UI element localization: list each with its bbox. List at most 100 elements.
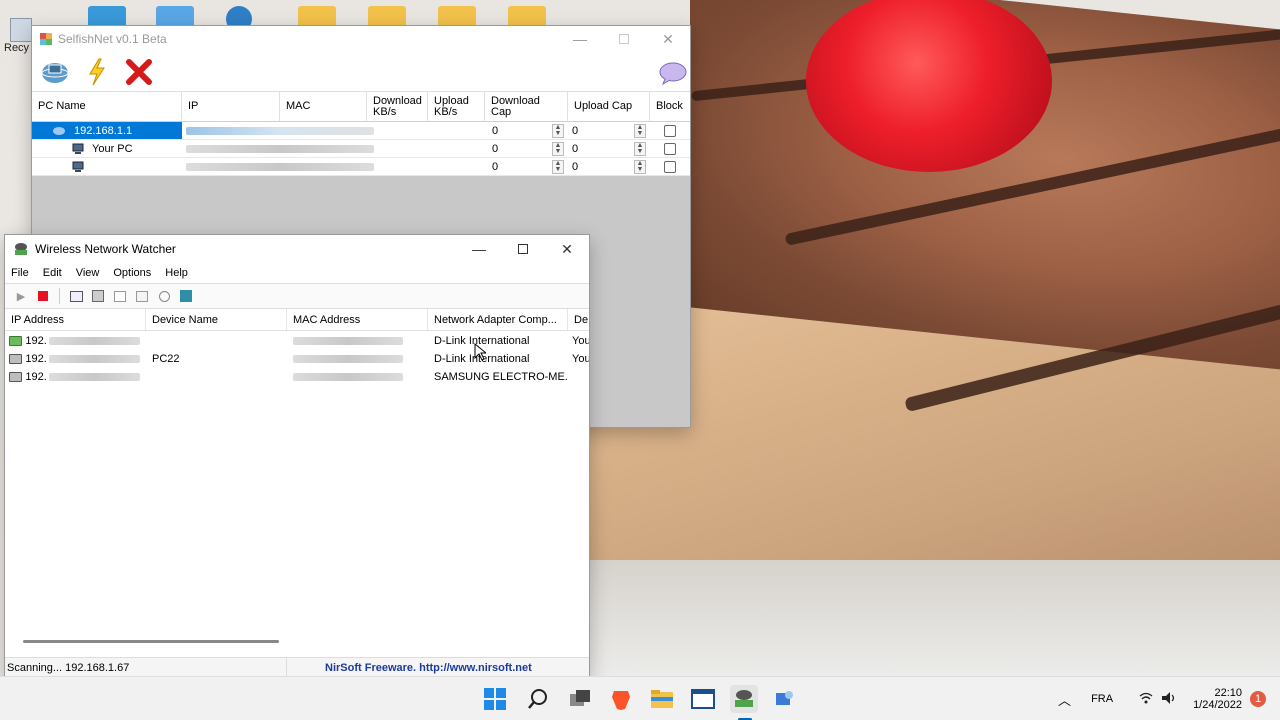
column-ip[interactable]: IP <box>182 92 280 121</box>
download-cap-value: 0 <box>492 124 499 137</box>
download-cap-spinner[interactable]: ▲ ▼ <box>552 159 564 174</box>
redacted-ip <box>186 126 374 135</box>
taskbar-wireless-network-watcher[interactable] <box>730 685 758 713</box>
computer-device-icon <box>9 372 23 382</box>
recycle-bin-label: Recy <box>4 42 30 54</box>
task-view-button[interactable] <box>566 685 594 713</box>
find-icon[interactable] <box>156 288 172 304</box>
ip-cell: 192. <box>5 371 146 383</box>
close-button[interactable]: ✕ <box>646 26 690 52</box>
block-checkbox[interactable] <box>664 142 676 155</box>
upload-cap-spinner[interactable]: ▲ ▼ <box>634 159 646 174</box>
save-icon[interactable] <box>90 288 106 304</box>
upload-cap-spinner[interactable]: ▲ ▼ <box>634 123 646 138</box>
upload-cap-cell[interactable]: 0 ▲ ▼ <box>568 158 650 175</box>
download-cap-cell[interactable]: 0 ▲ ▼ <box>488 140 568 157</box>
pc-name-cell[interactable]: 192.168.1.1 <box>32 122 182 139</box>
stop-icon[interactable] <box>35 288 51 304</box>
properties-icon[interactable] <box>68 288 84 304</box>
menu-file[interactable]: File <box>11 267 29 279</box>
column-mac-address[interactable]: MAC Address <box>287 309 428 330</box>
device-info-cell: You <box>572 335 589 347</box>
brave-lion-icon <box>612 691 630 710</box>
block-checkbox[interactable] <box>664 124 676 137</box>
volume-icon[interactable] <box>1161 691 1177 708</box>
column-device-info[interactable]: De <box>568 309 589 330</box>
taskbar-search-button[interactable] <box>524 685 552 713</box>
maximize-button[interactable] <box>501 235 545 263</box>
column-block[interactable]: Block <box>650 92 690 121</box>
notification-badge[interactable]: 1 <box>1250 691 1266 707</box>
table-row[interactable]: 0 ▲ ▼ 0 ▲ ▼ <box>32 158 690 176</box>
taskbar-file-explorer[interactable] <box>648 685 676 713</box>
ip-mac-cell <box>182 122 378 139</box>
stop-button[interactable] <box>124 57 154 87</box>
table-row[interactable]: 192.168.1.1 0 ▲ ▼ 0 ▲ ▼ <box>32 122 690 140</box>
nirsoft-link[interactable]: NirSoft Freeware. http://www.nirsoft.net <box>287 662 532 674</box>
download-cap-cell[interactable]: 0 ▲ ▼ <box>488 158 568 175</box>
upload-cap-cell[interactable]: 0 ▲ ▼ <box>568 122 650 139</box>
minimize-button[interactable]: — <box>558 26 602 52</box>
list-item[interactable]: 192. PC22 D-Link International You <box>5 350 589 368</box>
pc-name: Your PC <box>92 142 133 155</box>
horizontal-scrollbar[interactable] <box>23 640 279 643</box>
wnw-titlebar[interactable]: Wireless Network Watcher — ✕ <box>5 235 589 263</box>
network-scan-button[interactable] <box>40 57 70 87</box>
column-mac[interactable]: MAC <box>280 92 367 121</box>
pc-name-cell[interactable]: Your PC <box>32 140 182 157</box>
clock-date: 1/24/2022 <box>1193 699 1242 711</box>
download-cap-cell[interactable]: 0 ▲ ▼ <box>488 122 568 139</box>
clock[interactable]: 22:10 1/24/2022 <box>1193 687 1242 711</box>
html-report-icon[interactable] <box>134 288 150 304</box>
minimize-icon: — <box>573 31 587 47</box>
column-device-name[interactable]: Device Name <box>146 309 287 330</box>
minimize-button[interactable]: — <box>457 235 501 263</box>
menu-help[interactable]: Help <box>165 267 188 279</box>
maximize-button[interactable] <box>602 26 646 52</box>
wireless-network-watcher-window[interactable]: Wireless Network Watcher — ✕ File Edit V… <box>4 234 590 678</box>
pc-name-cell[interactable] <box>32 158 182 175</box>
device-info-cell: You <box>572 353 589 365</box>
taskbar-brave-browser[interactable] <box>607 685 635 713</box>
column-download-kbs[interactable]: Download KB/s <box>367 92 428 121</box>
list-item[interactable]: 192. SAMSUNG ELECTRO-ME... <box>5 368 589 386</box>
exit-icon[interactable] <box>178 288 194 304</box>
column-ip-address[interactable]: IP Address <box>5 309 146 330</box>
start-button[interactable] <box>82 57 112 87</box>
close-icon: ✕ <box>561 240 573 257</box>
close-button[interactable]: ✕ <box>545 235 589 263</box>
play-icon[interactable]: ▶ <box>13 288 29 304</box>
list-item[interactable]: 192. D-Link International You <box>5 332 589 350</box>
table-row[interactable]: Your PC 0 ▲ ▼ 0 ▲ ▼ <box>32 140 690 158</box>
upload-cap-cell[interactable]: 0 ▲ ▼ <box>568 140 650 157</box>
desktop-recycle-bin[interactable]: Recy <box>4 18 34 54</box>
upload-cap-spinner[interactable]: ▲ ▼ <box>634 141 646 156</box>
column-upload-kbs[interactable]: Upload KB/s <box>428 92 485 121</box>
adapter-cell: SAMSUNG ELECTRO-ME... <box>434 371 568 383</box>
copy-icon[interactable] <box>112 288 128 304</box>
column-pc-name[interactable]: PC Name <box>32 92 182 121</box>
taskbar-selfishnet[interactable] <box>771 685 799 713</box>
selfishnet-titlebar[interactable]: SelfishNet v0.1 Beta — ✕ <box>32 26 690 52</box>
clock-time: 22:10 <box>1214 687 1242 699</box>
taskbar-app-window[interactable] <box>689 685 717 713</box>
download-cap-spinner[interactable]: ▲ ▼ <box>552 123 564 138</box>
redacted-mac <box>293 337 403 345</box>
mouse-cursor-icon <box>474 343 486 361</box>
router-device-icon <box>9 336 23 346</box>
menu-options[interactable]: Options <box>113 267 151 279</box>
start-button[interactable] <box>481 685 509 713</box>
download-cap-spinner[interactable]: ▲ ▼ <box>552 141 564 156</box>
chevron-up-icon[interactable]: ︿ <box>1058 690 1071 709</box>
menu-edit[interactable]: Edit <box>43 267 62 279</box>
input-language[interactable]: FRA <box>1091 693 1113 705</box>
column-adapter-company[interactable]: Network Adapter Comp... <box>428 309 568 330</box>
column-upload-cap[interactable]: Upload Cap <box>568 92 650 121</box>
taskbar: ︿ FRA 22:10 1/24/2022 1 <box>0 676 1280 720</box>
column-download-cap[interactable]: Download Cap <box>485 92 568 121</box>
upload-cap-value: 0 <box>572 160 579 173</box>
menu-view[interactable]: View <box>76 267 100 279</box>
about-button[interactable] <box>658 58 688 88</box>
wifi-icon[interactable] <box>1139 692 1153 707</box>
block-checkbox[interactable] <box>664 160 676 173</box>
